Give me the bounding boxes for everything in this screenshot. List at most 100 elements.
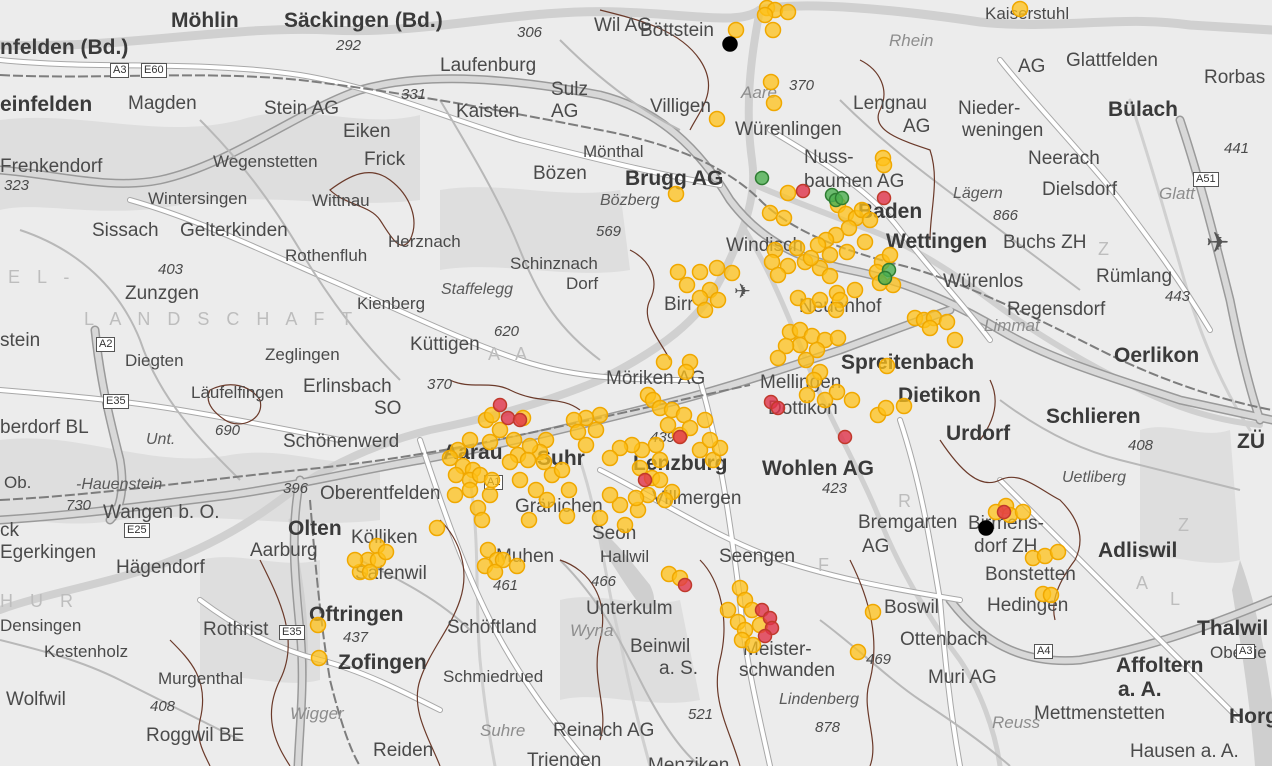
marker-layer[interactable]: ✈✈ <box>0 0 1272 766</box>
observation-marker-yellow[interactable] <box>1011 0 1029 18</box>
observation-marker-yellow[interactable] <box>461 431 479 449</box>
observation-marker-yellow[interactable] <box>627 489 645 507</box>
observation-marker-yellow[interactable] <box>519 451 537 469</box>
observation-marker-red[interactable] <box>770 400 786 416</box>
map-view[interactable]: Möhlin Säckingen (Bd.) nfelden (Bd.) einfel… <box>0 0 1272 766</box>
observation-marker-yellow[interactable] <box>346 551 364 569</box>
observation-marker-yellow[interactable] <box>678 276 696 294</box>
observation-marker-yellow[interactable] <box>696 411 714 429</box>
observation-marker-yellow[interactable] <box>878 357 896 375</box>
observation-marker-yellow[interactable] <box>577 436 595 454</box>
observation-marker-yellow[interactable] <box>843 391 861 409</box>
observation-marker-yellow[interactable] <box>601 486 619 504</box>
observation-marker-yellow[interactable] <box>486 563 504 581</box>
observation-marker-yellow[interactable] <box>591 509 609 527</box>
observation-marker-yellow[interactable] <box>856 233 874 251</box>
observation-marker-yellow[interactable] <box>491 421 509 439</box>
observation-marker-yellow[interactable] <box>473 511 491 529</box>
observation-marker-yellow[interactable] <box>761 204 779 222</box>
observation-marker-yellow[interactable] <box>446 486 464 504</box>
observation-marker-yellow[interactable] <box>1049 543 1067 561</box>
observation-marker-yellow[interactable] <box>587 421 605 439</box>
observation-marker-red[interactable] <box>996 504 1012 520</box>
observation-marker-yellow[interactable] <box>483 471 501 489</box>
observation-marker-green[interactable] <box>754 170 770 186</box>
observation-marker-yellow[interactable] <box>505 431 523 449</box>
observation-marker-yellow[interactable] <box>921 319 939 337</box>
observation-marker-yellow[interactable] <box>802 249 820 267</box>
observation-marker-yellow[interactable] <box>821 246 839 264</box>
observation-marker-yellow[interactable] <box>827 301 845 319</box>
observation-marker-yellow[interactable] <box>875 156 893 174</box>
observation-marker-yellow[interactable] <box>601 449 619 467</box>
observation-marker-red[interactable] <box>677 577 693 593</box>
observation-marker-yellow[interactable] <box>764 21 782 39</box>
observation-marker-yellow[interactable] <box>861 211 879 229</box>
observation-marker-yellow[interactable] <box>656 491 674 509</box>
observation-marker-yellow[interactable] <box>669 263 687 281</box>
observation-marker-red[interactable] <box>512 412 528 428</box>
observation-marker-yellow[interactable] <box>797 351 815 369</box>
observation-marker-yellow[interactable] <box>1014 503 1032 521</box>
observation-marker-yellow[interactable] <box>553 461 571 479</box>
observation-marker-yellow[interactable] <box>811 291 829 309</box>
observation-marker-yellow[interactable] <box>696 301 714 319</box>
observation-marker-yellow[interactable] <box>821 267 839 285</box>
observation-marker-yellow[interactable] <box>775 209 793 227</box>
observation-marker-yellow[interactable] <box>765 94 783 112</box>
observation-marker-yellow[interactable] <box>481 486 499 504</box>
observation-marker-green[interactable] <box>877 270 893 286</box>
observation-marker-red[interactable] <box>795 183 811 199</box>
observation-marker-yellow[interactable] <box>651 471 669 489</box>
observation-marker-yellow[interactable] <box>501 453 519 471</box>
observation-marker-yellow[interactable] <box>560 481 578 499</box>
observation-marker-yellow[interactable] <box>727 21 745 39</box>
observation-marker-green[interactable] <box>834 190 850 206</box>
observation-marker-red[interactable] <box>637 472 653 488</box>
observation-marker-yellow[interactable] <box>762 73 780 91</box>
observation-marker-yellow[interactable] <box>838 243 856 261</box>
observation-marker-yellow[interactable] <box>447 466 465 484</box>
observation-marker-yellow[interactable] <box>769 349 787 367</box>
observation-marker-yellow[interactable] <box>655 353 673 371</box>
location-marker-black[interactable] <box>722 36 738 52</box>
observation-marker-yellow[interactable] <box>816 391 834 409</box>
observation-marker-yellow[interactable] <box>769 266 787 284</box>
observation-marker-yellow[interactable] <box>708 110 726 128</box>
observation-marker-yellow[interactable] <box>791 336 809 354</box>
observation-marker-yellow[interactable] <box>805 371 823 389</box>
observation-marker-red[interactable] <box>492 397 508 413</box>
observation-marker-yellow[interactable] <box>846 281 864 299</box>
observation-marker-yellow[interactable] <box>708 259 726 277</box>
observation-marker-yellow[interactable] <box>616 516 634 534</box>
observation-marker-yellow[interactable] <box>309 616 327 634</box>
observation-marker-yellow[interactable] <box>1042 586 1060 604</box>
observation-marker-yellow[interactable] <box>511 471 529 489</box>
observation-marker-yellow[interactable] <box>877 399 895 417</box>
observation-marker-yellow[interactable] <box>659 416 677 434</box>
observation-marker-yellow[interactable] <box>829 329 847 347</box>
observation-marker-yellow[interactable] <box>647 436 665 454</box>
observation-marker-yellow[interactable] <box>709 291 727 309</box>
observation-marker-yellow[interactable] <box>538 491 556 509</box>
observation-marker-yellow[interactable] <box>667 185 685 203</box>
observation-marker-yellow[interactable] <box>428 519 446 537</box>
observation-marker-yellow[interactable] <box>508 557 526 575</box>
observation-marker-yellow[interactable] <box>677 363 695 381</box>
observation-marker-red[interactable] <box>672 429 688 445</box>
observation-marker-yellow[interactable] <box>719 601 737 619</box>
observation-marker-yellow[interactable] <box>651 451 669 469</box>
observation-marker-yellow[interactable] <box>756 6 774 24</box>
observation-marker-yellow[interactable] <box>701 431 719 449</box>
observation-marker-yellow[interactable] <box>377 543 395 561</box>
observation-marker-yellow[interactable] <box>788 239 806 257</box>
observation-marker-red[interactable] <box>757 628 773 644</box>
observation-marker-yellow[interactable] <box>895 397 913 415</box>
observation-marker-yellow[interactable] <box>881 246 899 264</box>
observation-marker-yellow[interactable] <box>558 507 576 525</box>
location-marker-black[interactable] <box>978 520 994 536</box>
observation-marker-red[interactable] <box>500 410 516 426</box>
observation-marker-yellow[interactable] <box>849 643 867 661</box>
observation-marker-yellow[interactable] <box>520 511 538 529</box>
observation-marker-red[interactable] <box>837 429 853 445</box>
